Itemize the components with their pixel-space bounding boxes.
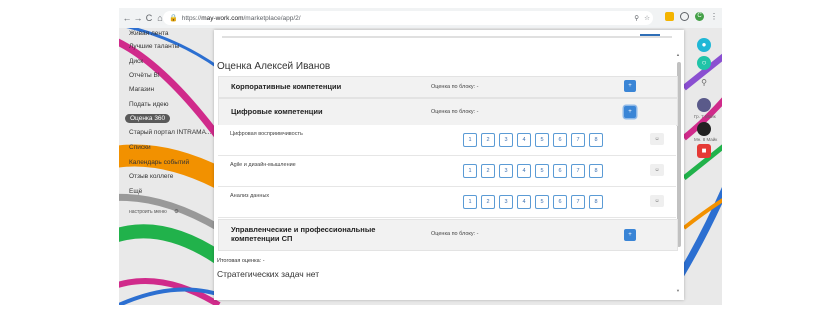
comment-icon[interactable]: ☺ xyxy=(650,133,664,145)
scroll-up-icon[interactable]: ▲ xyxy=(676,52,680,57)
lock-icon[interactable]: ■ xyxy=(697,144,711,158)
lock-icon: 🔒 xyxy=(169,15,178,22)
scroll-down-icon[interactable]: ▼ xyxy=(676,288,680,293)
key-icon[interactable]: ⚲ xyxy=(634,14,639,22)
rating-button-2[interactable]: 2 xyxy=(481,133,495,147)
rating-button-3[interactable]: 3 xyxy=(499,164,513,178)
sidebar-item-reports[interactable]: Отчёты BI xyxy=(129,72,160,79)
section-score: Оценка по блоку: - xyxy=(431,109,479,115)
extension-icon[interactable] xyxy=(665,12,674,21)
section-score: Оценка по блоку: - xyxy=(431,84,479,90)
total-score: Итоговая оценка: - xyxy=(217,258,265,264)
gear-icon[interactable]: ⚙ xyxy=(174,209,179,215)
sidebar-item-more[interactable]: Ещё xyxy=(129,188,142,195)
sidebar-item-feed[interactable]: Живая лента xyxy=(129,30,168,37)
rating-button-4[interactable]: 4 xyxy=(517,133,531,147)
sidebar-item-idea[interactable]: Подать идею xyxy=(129,101,169,108)
search-icon[interactable]: ⚲ xyxy=(697,76,711,90)
rating-button-6[interactable]: 6 xyxy=(553,195,567,209)
rating-button-5[interactable]: 5 xyxy=(535,195,549,209)
rating-button-1[interactable]: 1 xyxy=(463,133,477,147)
active-tab-indicator xyxy=(640,34,660,36)
section-corporate: Корпоративные компетенции Оценка по блок… xyxy=(218,76,678,98)
sidebar-item-calendar[interactable]: Календарь событий xyxy=(129,159,189,166)
sync-icon[interactable] xyxy=(680,12,689,21)
rating-button-8[interactable]: 8 xyxy=(589,195,603,209)
competency-label: Agile и дизайн-мышление xyxy=(230,162,296,168)
competency-label: Цифровая восприимчивость xyxy=(230,131,303,137)
section-title: Корпоративные компетенции xyxy=(231,82,342,91)
rating-scale: 1 2 3 4 5 6 7 8 xyxy=(463,133,603,147)
kebab-menu-icon[interactable]: ⋮ xyxy=(710,12,718,21)
modal-tabs-line xyxy=(222,34,672,38)
rating-button-7[interactable]: 7 xyxy=(571,133,585,147)
expand-button[interactable]: + xyxy=(624,106,636,118)
rating-button-5[interactable]: 5 xyxy=(535,164,549,178)
comment-icon[interactable]: ☺ xyxy=(650,164,664,176)
sidebar-item-rating-360[interactable]: Оценка 360 xyxy=(125,114,171,123)
competency-row: Цифровая восприимчивость 1 2 3 4 5 6 7 8… xyxy=(218,125,676,156)
rating-button-7[interactable]: 7 xyxy=(571,195,585,209)
browser-extensions: C ⋮ xyxy=(665,12,718,21)
chat-icon[interactable]: ○ xyxy=(697,56,711,70)
user-label-2: Мн. 8 Майк xyxy=(694,137,718,142)
rating-button-4[interactable]: 4 xyxy=(517,164,531,178)
url-path: /marketplace/app/2/ xyxy=(243,14,301,22)
section-title: Цифровые компетенции xyxy=(231,107,323,116)
url-host: may-work.com xyxy=(201,14,244,22)
rating-button-5[interactable]: 5 xyxy=(535,133,549,147)
expand-button[interactable]: + xyxy=(624,80,636,92)
rating-button-6[interactable]: 6 xyxy=(553,133,567,147)
screenshot: ← → C ⌂ 🔒 https://may-work.com/marketpla… xyxy=(119,8,722,305)
sidebar-configure-menu[interactable]: настроить меню xyxy=(129,209,167,215)
sidebar-item-shop[interactable]: Магазин xyxy=(129,86,154,93)
user-label-1: Гр. 7 Майк xyxy=(694,114,716,119)
user-avatar-1[interactable] xyxy=(697,98,711,112)
rating-scale: 1 2 3 4 5 6 7 8 xyxy=(463,195,603,209)
section-title: Управленческие и профессиональные компет… xyxy=(231,225,376,243)
rating-button-1[interactable]: 1 xyxy=(463,195,477,209)
profile-avatar[interactable]: C xyxy=(695,12,704,21)
rating-button-2[interactable]: 2 xyxy=(481,164,495,178)
sidebar-item-talents[interactable]: Лучшие таланты xyxy=(129,43,179,50)
competency-row: Анализ данных 1 2 3 4 5 6 7 8 ☺ xyxy=(218,187,676,218)
rating-button-6[interactable]: 6 xyxy=(553,164,567,178)
sidebar-item-disk[interactable]: Диск xyxy=(129,58,143,65)
section-digital: Цифровые компетенции Оценка по блоку: - … xyxy=(218,98,678,126)
rating-button-8[interactable]: 8 xyxy=(589,164,603,178)
sidebar-item-old-portal[interactable]: Старый портал INTRAMA... xyxy=(129,129,211,136)
rating-button-1[interactable]: 1 xyxy=(463,164,477,178)
rating-button-2[interactable]: 2 xyxy=(481,195,495,209)
strategic-goals-heading: Стратегических задач нет xyxy=(217,269,320,279)
competency-label: Анализ данных xyxy=(230,193,270,199)
rating-button-8[interactable]: 8 xyxy=(589,133,603,147)
rating-button-7[interactable]: 7 xyxy=(571,164,585,178)
rating-button-3[interactable]: 3 xyxy=(499,133,513,147)
rating-scale: 1 2 3 4 5 6 7 8 xyxy=(463,164,603,178)
notification-icon[interactable]: ● xyxy=(697,38,711,52)
right-rail: ● ○ ⚲ Гр. 7 Майк Мн. 8 Майк ■ xyxy=(688,28,722,305)
left-sidebar: Живая лента Лучшие таланты Диск Отчёты B… xyxy=(119,28,214,305)
rating-button-3[interactable]: 3 xyxy=(499,195,513,209)
url-protocol: https:// xyxy=(181,14,202,22)
user-avatar-2[interactable] xyxy=(697,122,711,136)
evaluation-modal: ▲ ▼ Оценка Алексей Иванов Корпоративные … xyxy=(214,30,684,300)
star-icon[interactable]: ☆ xyxy=(644,14,650,22)
competency-row: Agile и дизайн-мышление 1 2 3 4 5 6 7 8 … xyxy=(218,156,676,187)
comment-icon[interactable]: ☺ xyxy=(650,195,664,207)
rating-button-4[interactable]: 4 xyxy=(517,195,531,209)
address-bar[interactable]: 🔒 https://may-work.com/marketplace/app/2… xyxy=(163,11,653,25)
section-management: Управленческие и профессиональные компет… xyxy=(218,219,678,251)
expand-button[interactable]: + xyxy=(624,229,636,241)
section-score: Оценка по блоку: - xyxy=(431,231,479,237)
page-title: Оценка Алексей Иванов xyxy=(217,61,331,72)
sidebar-item-feedback[interactable]: Отзыв коллеге xyxy=(129,173,173,180)
browser-toolbar: ← → C ⌂ 🔒 https://may-work.com/marketpla… xyxy=(119,8,722,29)
sidebar-item-lists[interactable]: Списки xyxy=(129,144,151,151)
